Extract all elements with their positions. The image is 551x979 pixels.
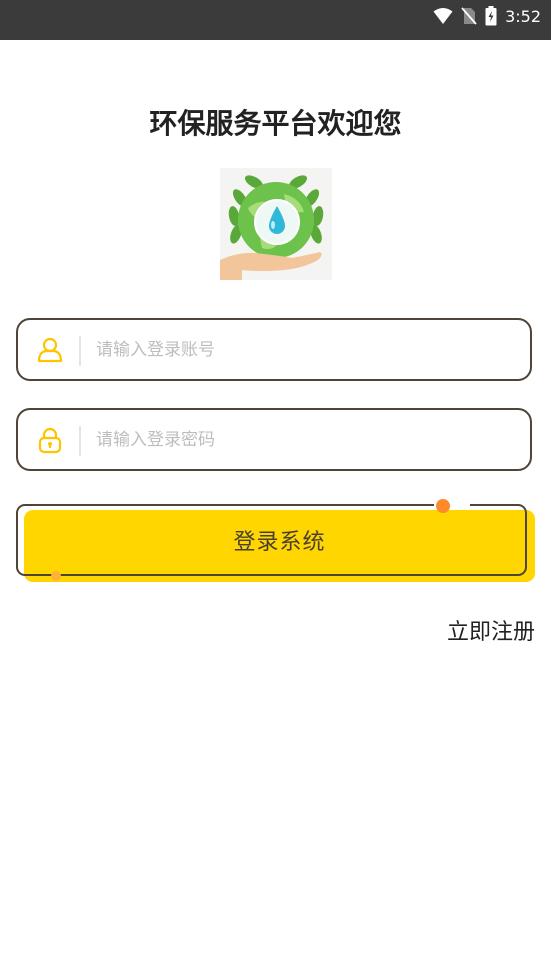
account-input[interactable]: [96, 330, 516, 370]
password-input[interactable]: [96, 420, 516, 460]
user-icon: [37, 337, 63, 363]
field-divider: [79, 426, 81, 456]
no-sim-icon: [461, 7, 477, 25]
field-divider: [79, 336, 81, 366]
register-link[interactable]: 立即注册: [447, 614, 535, 646]
status-icons: 3:52: [433, 0, 541, 32]
battery-charging-icon: [485, 6, 497, 26]
password-field[interactable]: [16, 408, 532, 471]
status-time: 3:52: [505, 6, 541, 26]
account-field[interactable]: [16, 318, 532, 381]
login-button[interactable]: 登录系统: [16, 499, 536, 586]
status-bar: 3:52: [0, 0, 551, 40]
login-button-label: 登录系统: [233, 530, 326, 555]
page-title: 环保服务平台欢迎您: [149, 107, 402, 140]
lock-icon: [38, 427, 62, 454]
wifi-icon: [433, 8, 453, 24]
earth-water-drop-hand-logo: [220, 168, 332, 280]
